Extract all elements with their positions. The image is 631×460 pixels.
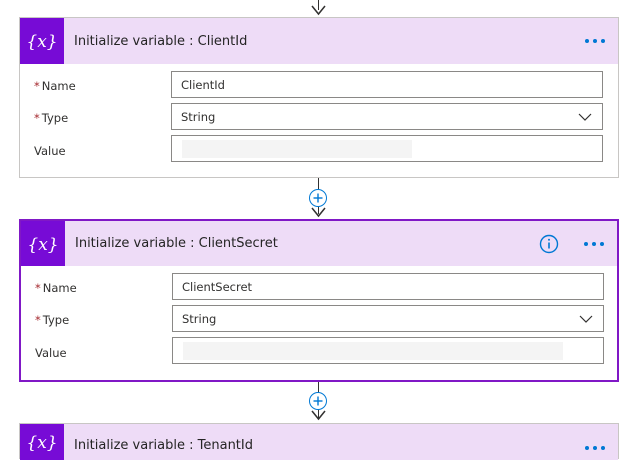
name-input[interactable]: ClientSecret	[172, 273, 604, 300]
svg-text:{x}: {x}	[26, 433, 57, 453]
step-title: Initialize variable : ClientId	[74, 33, 248, 49]
step-card-clientid[interactable]: {x} Initialize variable : ClientId * Name…	[19, 17, 619, 178]
step-header[interactable]: {x} Initialize variable : ClientSecret	[21, 221, 617, 266]
value-input[interactable]	[171, 135, 603, 162]
step-title: Initialize variable : ClientSecret	[75, 236, 278, 251]
arrow-down-icon	[311, 5, 326, 16]
type-label: * Type	[35, 313, 70, 327]
step-title: Initialize variable : TenantId	[74, 438, 253, 453]
info-icon[interactable]	[539, 234, 559, 254]
step-header[interactable]: {x} Initialize variable : TenantId	[20, 424, 618, 460]
arrow-down-icon	[311, 207, 326, 218]
redacted-value	[183, 342, 563, 360]
value-label: Value	[34, 144, 66, 158]
arrow-down-icon	[311, 410, 326, 421]
more-options-icon[interactable]	[584, 38, 606, 44]
type-select[interactable]: String	[172, 305, 604, 332]
redacted-value	[182, 140, 412, 158]
chevron-down-icon	[579, 315, 593, 323]
variable-icon: {x}	[20, 424, 64, 460]
add-step-button[interactable]	[309, 189, 327, 207]
type-label: * Type	[34, 111, 69, 125]
more-options-icon[interactable]	[583, 241, 605, 247]
step-card-tenantid[interactable]: {x} Initialize variable : TenantId	[19, 423, 619, 460]
name-label: * Name	[35, 281, 77, 295]
value-label: Value	[35, 346, 67, 360]
variable-icon: {x}	[21, 221, 65, 266]
svg-text:{x}: {x}	[27, 235, 58, 255]
chevron-down-icon	[578, 113, 592, 121]
value-input[interactable]	[172, 337, 604, 364]
variable-icon: {x}	[20, 18, 64, 64]
step-card-clientsecret[interactable]: {x} Initialize variable : ClientSecret *…	[19, 219, 619, 382]
svg-text:{x}: {x}	[26, 32, 57, 52]
step-header[interactable]: {x} Initialize variable : ClientId	[20, 18, 618, 64]
name-input[interactable]: ClientId	[171, 71, 603, 98]
more-options-icon[interactable]	[584, 445, 606, 451]
add-step-icon	[313, 396, 323, 406]
name-label: * Name	[34, 79, 76, 93]
add-step-icon	[313, 193, 323, 203]
add-step-button[interactable]	[309, 392, 327, 410]
type-select[interactable]: String	[171, 103, 603, 130]
